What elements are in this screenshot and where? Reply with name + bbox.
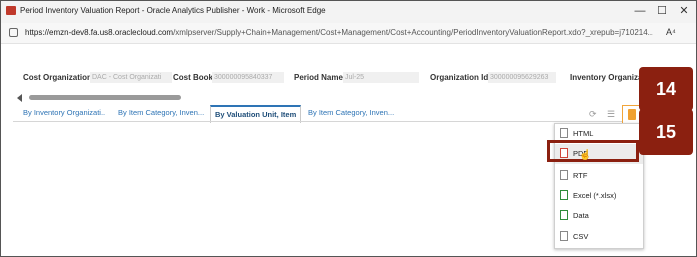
- menu-item-label: CSV: [573, 232, 589, 241]
- menu-item-label: Data: [573, 211, 589, 220]
- tab-by-item-category-inventory[interactable]: By Item Category, Inven...: [118, 105, 206, 121]
- param-label-cost-book: Cost Book: [173, 73, 213, 82]
- param-label-cost-organization: Cost Organization: [23, 73, 92, 82]
- close-button[interactable]: ✕: [676, 4, 692, 18]
- title-bar: Period Inventory Valuation Report - Orac…: [1, 1, 696, 23]
- param-label-organization-id: Organization Id: [430, 73, 489, 82]
- document-icon: [628, 109, 636, 120]
- horizontal-scrollbar-thumb[interactable]: [29, 95, 181, 100]
- param-value-cost-organization[interactable]: DAC - Cost Organizati: [90, 72, 172, 83]
- menu-item-data[interactable]: Data: [555, 206, 643, 226]
- csv-icon: [560, 231, 568, 241]
- window-title: Period Inventory Valuation Report - Orac…: [20, 6, 326, 15]
- scroll-left-arrow[interactable]: [17, 94, 22, 102]
- list-icon[interactable]: ☰: [607, 109, 615, 120]
- param-label-inventory-organization: Inventory Organiza: [570, 73, 643, 82]
- url-host: https://emzn-dev8.fa.us8.oraclecloud.com: [25, 28, 174, 37]
- lock-icon: [9, 28, 18, 37]
- excel-icon: [560, 190, 568, 200]
- data-icon: [560, 210, 568, 220]
- refresh-icon[interactable]: ⟳: [589, 109, 597, 120]
- read-aloud-icon[interactable]: A⁴: [666, 27, 676, 37]
- param-value-organization-id[interactable]: 300000095629263: [488, 72, 556, 83]
- param-label-period-name: Period Name: [294, 73, 343, 82]
- rtf-icon: [560, 170, 568, 180]
- menu-item-csv[interactable]: CSV: [555, 227, 643, 247]
- step-callout-15: 15: [639, 109, 693, 155]
- pdf-highlight-box: [547, 140, 639, 162]
- url-path: /xmlpserver/Supply+Chain+Management/Cost…: [173, 28, 653, 37]
- app-icon: [6, 6, 16, 15]
- address-bar[interactable]: https://emzn-dev8.fa.us8.oraclecloud.com…: [1, 23, 696, 44]
- url-text[interactable]: https://emzn-dev8.fa.us8.oraclecloud.com…: [25, 28, 653, 37]
- param-value-cost-book[interactable]: 300000095840337: [212, 72, 284, 83]
- tab-divider: [13, 121, 645, 122]
- hand-cursor-icon: ☝: [579, 150, 592, 161]
- minimize-button[interactable]: —: [632, 4, 648, 18]
- menu-item-label: Excel (*.xlsx): [573, 191, 617, 200]
- step-callout-14: 14: [639, 67, 693, 111]
- tab-by-item-category-inventory-2[interactable]: By Item Category, Inven...: [308, 105, 396, 121]
- parameter-bar: Cost Organization DAC - Cost Organizati …: [1, 69, 696, 87]
- maximize-button[interactable]: ☐: [654, 4, 670, 18]
- tab-by-inventory-organization[interactable]: By Inventory Organizati...: [23, 105, 105, 121]
- menu-item-excel[interactable]: Excel (*.xlsx): [555, 186, 643, 206]
- browser-window: Period Inventory Valuation Report - Orac…: [0, 0, 697, 257]
- menu-item-rtf[interactable]: RTF: [555, 166, 643, 186]
- menu-item-label: HTML: [573, 129, 594, 138]
- menu-item-label: RTF: [573, 171, 588, 180]
- param-value-period-name[interactable]: Jul-25: [343, 72, 419, 83]
- html-icon: [560, 128, 568, 138]
